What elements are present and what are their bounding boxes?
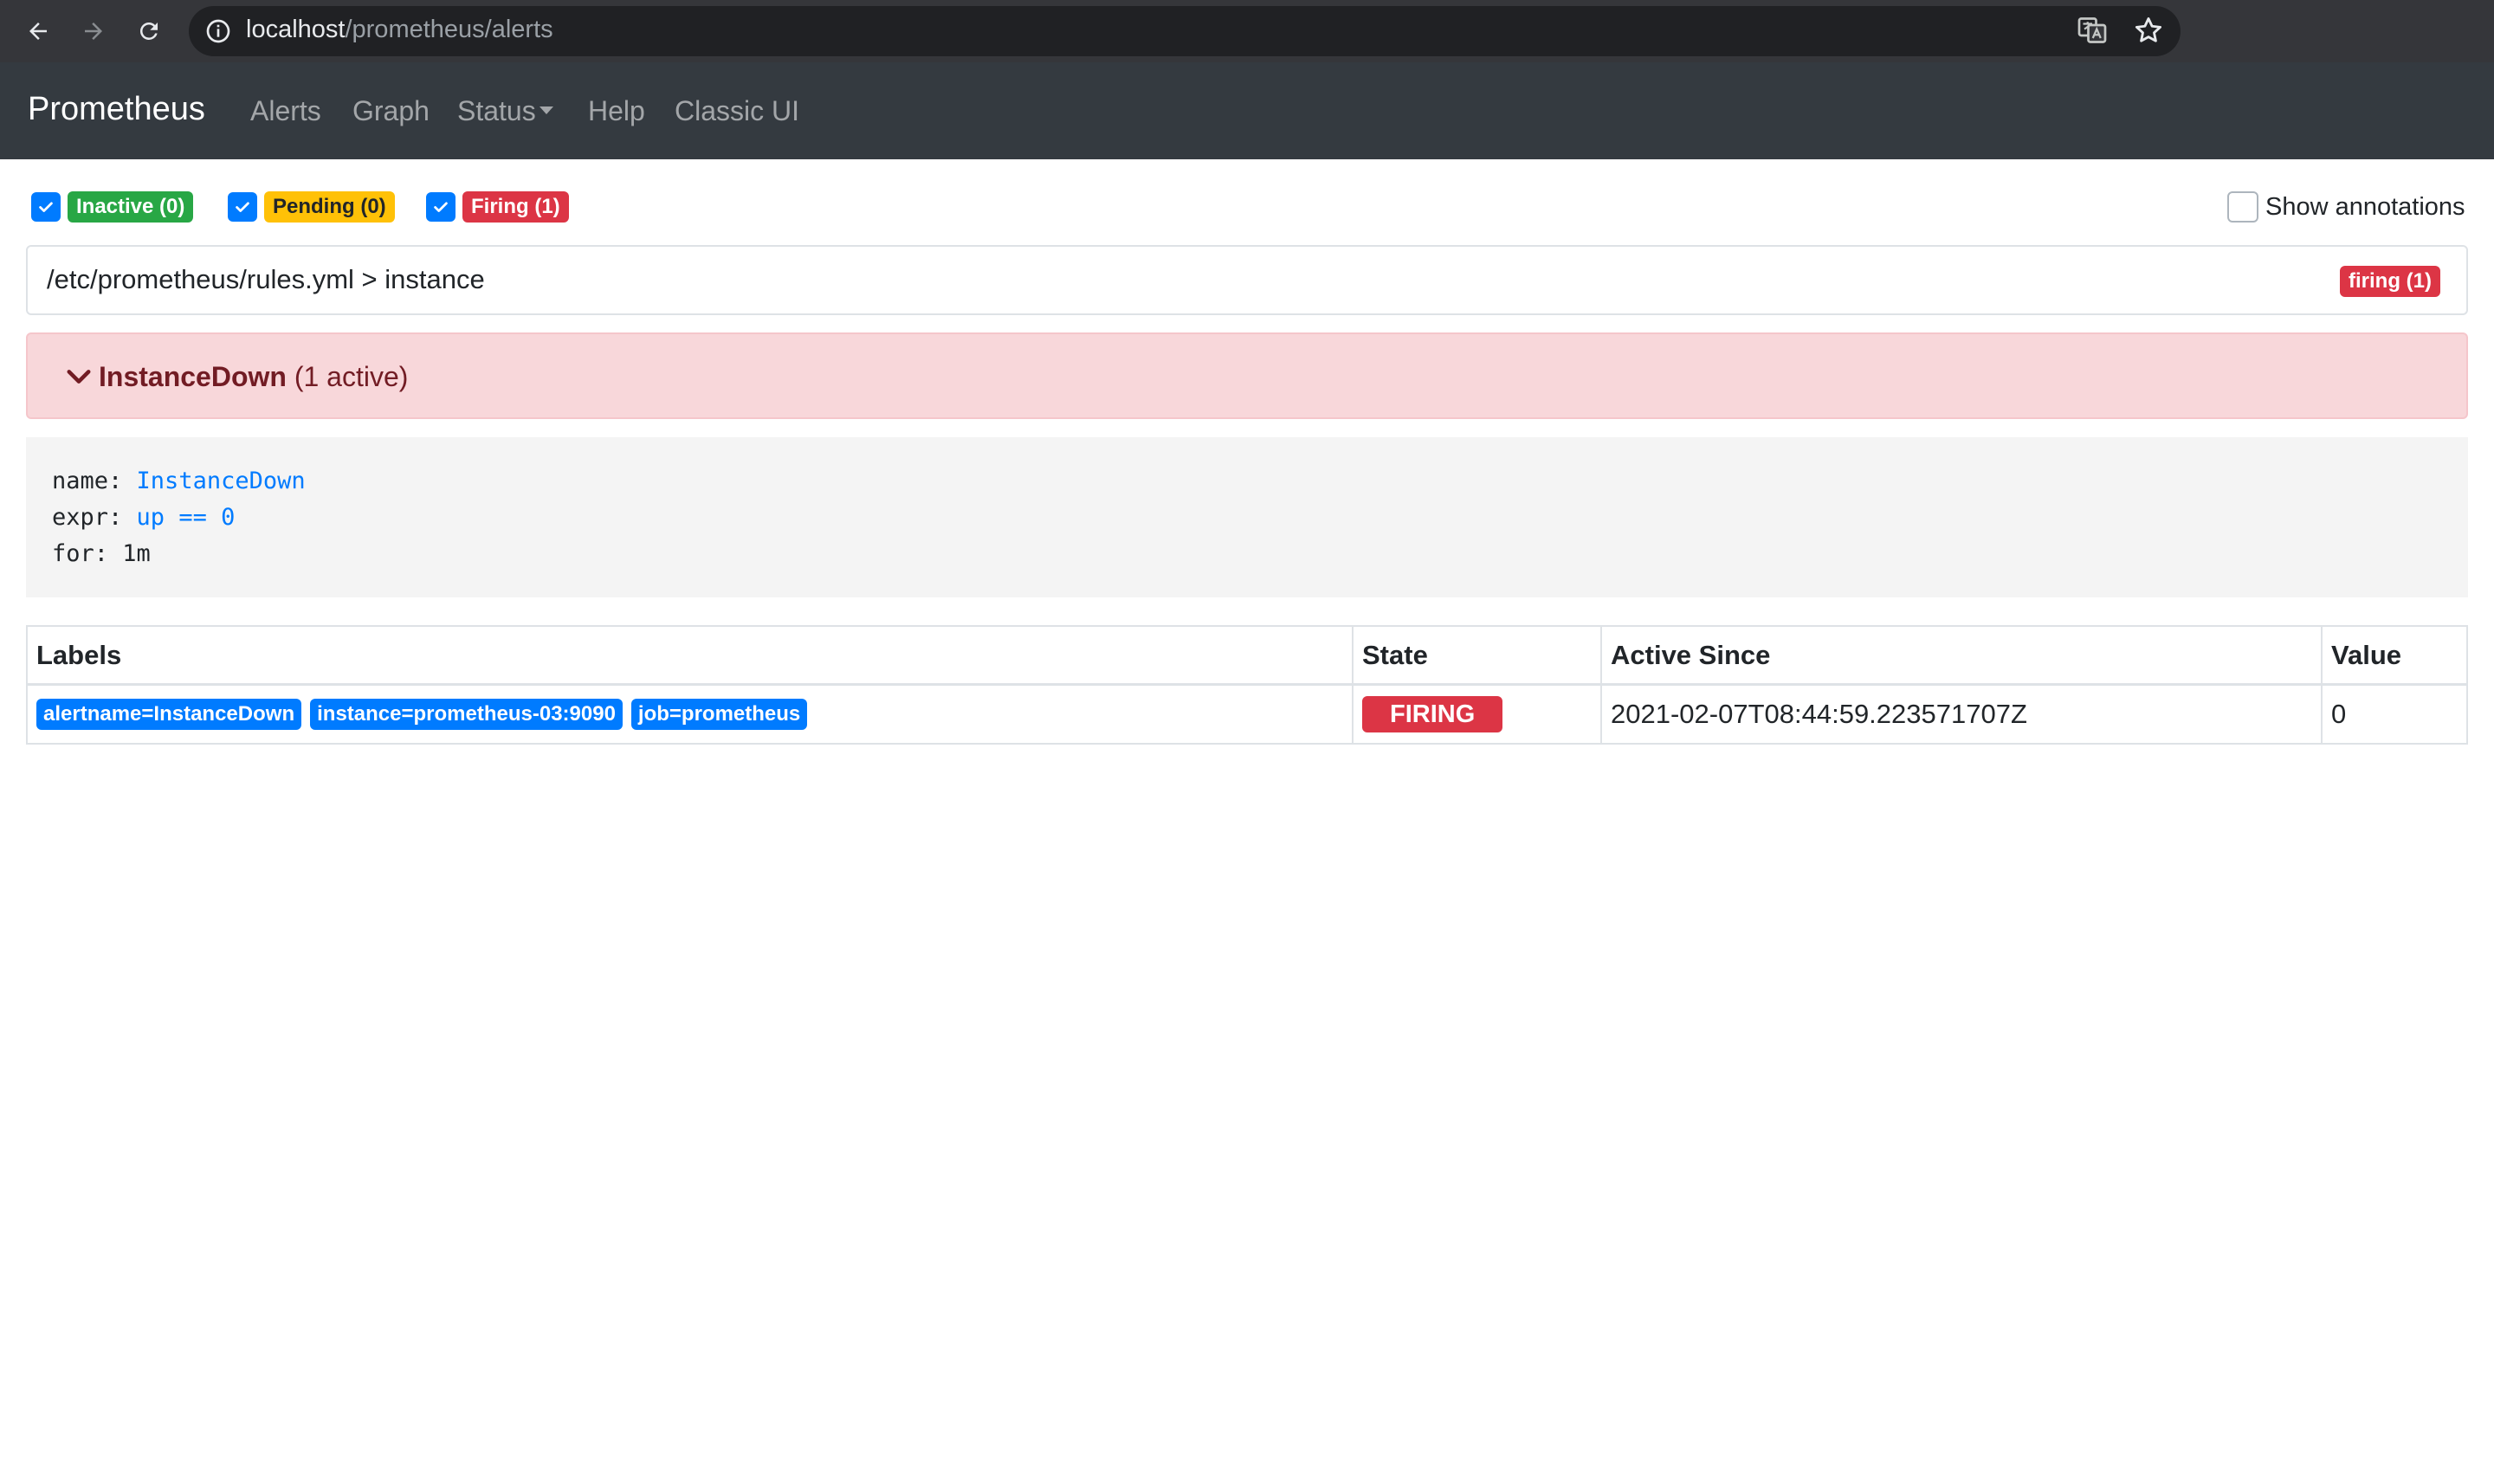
- header-state: State: [1354, 627, 1602, 683]
- check-icon: [236, 202, 249, 212]
- rule-for-value: 1m: [122, 540, 151, 567]
- forward-button[interactable]: [74, 12, 113, 50]
- star-icon[interactable]: [2132, 14, 2165, 47]
- header-value: Value: [2331, 639, 2401, 670]
- group-firing-badge: firing (1): [2340, 266, 2440, 297]
- check-icon: [434, 202, 448, 212]
- alert-rule-title: InstanceDown (1 active): [99, 334, 408, 419]
- table-row: alertname=InstanceDown instance=promethe…: [28, 686, 2466, 743]
- alert-rule-name: InstanceDown: [99, 361, 287, 392]
- rule-name-link[interactable]: InstanceDown: [137, 468, 306, 494]
- table-header-row: Labels State Active Since Value: [28, 627, 2466, 686]
- nav-help[interactable]: Help: [588, 62, 645, 159]
- firing-checkbox[interactable]: [426, 192, 456, 222]
- label-job: job=prometheus: [630, 699, 808, 730]
- url-path: /prometheus/alerts: [345, 16, 553, 43]
- nav-status[interactable]: Status: [457, 62, 553, 159]
- show-annotations-label: Show annotations: [2265, 192, 2465, 221]
- brand-link[interactable]: Prometheus: [28, 62, 205, 159]
- back-icon: [29, 23, 47, 40]
- nav-status-label: Status: [457, 95, 536, 126]
- translate-icon[interactable]: [2077, 15, 2108, 46]
- caret-down-icon: [539, 106, 553, 115]
- label-instance: instance=prometheus-03:9090: [310, 699, 623, 730]
- alert-active-count: (1 active): [294, 361, 409, 392]
- rule-group-header: /etc/prometheus/rules.yml > instance fir…: [26, 245, 2468, 315]
- filter-inactive[interactable]: Inactive (0): [31, 190, 194, 223]
- check-icon: [39, 202, 53, 212]
- state-badge: FIRING: [1362, 696, 1503, 732]
- app-navbar: Prometheus Alerts Graph Status Help Clas…: [0, 62, 2494, 159]
- show-annotations-checkbox[interactable]: [2227, 191, 2258, 223]
- row-active-since: 2021-02-07T08:44:59.223571707Z: [1602, 686, 2323, 743]
- chevron-down-icon: [67, 370, 91, 384]
- url-host: localhost: [246, 16, 346, 43]
- rule-expr-key: expr:: [52, 504, 137, 531]
- filter-pending[interactable]: Pending (0): [228, 190, 395, 223]
- rule-for-key: for:: [52, 540, 123, 567]
- nav-classic-ui[interactable]: Classic UI: [675, 62, 799, 159]
- rule-name-line: name: InstanceDown: [52, 463, 2468, 500]
- alerts-table: Labels State Active Since Value alertnam…: [26, 625, 2468, 745]
- reload-icon: [139, 22, 158, 40]
- nav-graph[interactable]: Graph: [352, 62, 430, 159]
- rule-expr-line: expr: up == 0: [52, 500, 2468, 536]
- info-icon[interactable]: [204, 17, 232, 45]
- pending-badge: Pending (0): [264, 191, 395, 223]
- inactive-checkbox[interactable]: [31, 192, 61, 222]
- row-state-cell: FIRING: [1354, 686, 1602, 743]
- back-button[interactable]: [19, 12, 57, 50]
- rule-for-line: for: 1m: [52, 536, 2468, 572]
- rule-group-title: /etc/prometheus/rules.yml > instance: [47, 264, 485, 294]
- pending-checkbox[interactable]: [228, 192, 257, 222]
- reload-button[interactable]: [130, 12, 168, 50]
- rule-name-key: name:: [52, 468, 137, 494]
- label-alertname: alertname=InstanceDown: [36, 699, 302, 730]
- header-labels: Labels: [28, 627, 1354, 683]
- row-value: 0: [2331, 699, 2347, 729]
- header-active-since: Active Since: [1602, 627, 2323, 683]
- browser-toolbar: localhost/prometheus/alerts: [0, 0, 2494, 62]
- url-text[interactable]: localhost/prometheus/alerts: [246, 0, 553, 62]
- row-labels-cell: alertname=InstanceDown instance=promethe…: [28, 686, 1354, 743]
- show-annotations-toggle[interactable]: Show annotations: [2227, 190, 2465, 223]
- rule-expr-link[interactable]: up == 0: [137, 504, 236, 531]
- rule-definition: name: InstanceDown expr: up == 0 for: 1m: [26, 437, 2468, 597]
- forward-icon: [85, 23, 102, 40]
- nav-alerts[interactable]: Alerts: [250, 62, 321, 159]
- firing-badge: Firing (1): [462, 191, 569, 223]
- filter-firing[interactable]: Firing (1): [426, 190, 569, 223]
- inactive-badge: Inactive (0): [68, 191, 194, 223]
- alert-rule-toggle[interactable]: InstanceDown (1 active): [26, 332, 2468, 419]
